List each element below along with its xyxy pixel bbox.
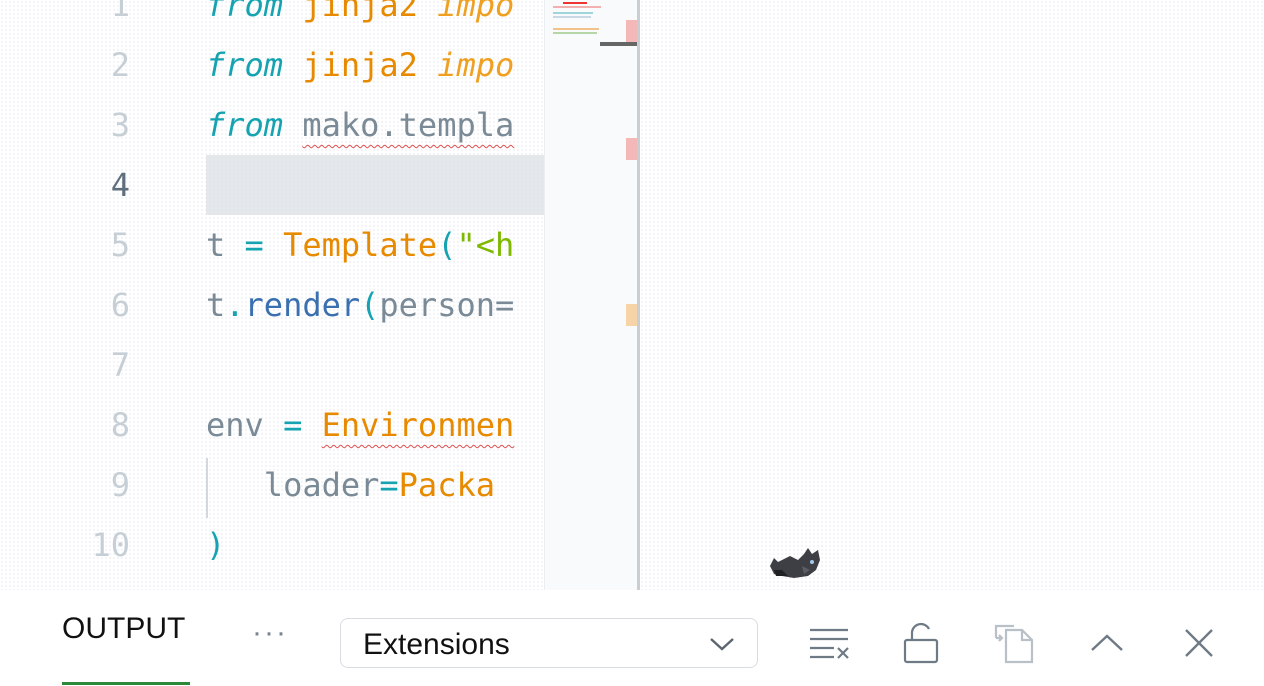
minimap-line [553,28,599,30]
code-token: from [206,0,284,24]
code-token: jinja2 [302,0,418,24]
cat-pet-icon[interactable] [764,540,824,580]
line-number: 7 [110,346,130,384]
code-editor[interactable]: 1 2 3 4 5 6 7 8 9 10 from jinja2 impo from jinja2 … [0,0,640,590]
code-token: impo [437,46,515,84]
line-number: 10 [91,526,130,564]
open-file-icon [994,624,1034,664]
line-number: 1 [110,0,130,24]
output-channel-select-value: Extensions [363,628,510,661]
code-token: jinja2 [302,46,418,84]
code-area[interactable]: from jinja2 impo from jinja2 impo from mak… [206,0,544,590]
code-token: ) [206,526,226,564]
chevron-up-icon [1091,634,1123,651]
minimap-slider[interactable] [600,42,640,46]
line-number: 2 [110,46,130,84]
minimap[interactable] [544,0,640,590]
code-line: env = Environmen [206,395,514,455]
code-line: loader=Packa [206,455,495,515]
code-token: = [263,406,322,444]
code-line: t = Template("<h [206,215,514,275]
code-token: t [206,226,226,264]
output-channel-select[interactable]: Extensions [340,618,758,668]
code-token: ( [360,286,380,324]
tab-output[interactable]: OUTPUT [62,612,185,646]
clear-list-icon [810,628,849,659]
code-line: from jinja2 impo [206,35,514,95]
minimap-line [553,6,601,8]
open-output-editor-button[interactable] [992,620,1038,666]
minimap-line [553,32,597,34]
code-token: Environmen [321,406,515,444]
code-token: ( [437,226,457,264]
code-token: mako.templa [302,106,515,144]
maximize-panel-button[interactable] [1084,620,1130,666]
more-actions-icon[interactable]: ··· [252,616,288,650]
line-number: 9 [110,466,130,504]
code-token: env [206,406,264,444]
code-line: t.render(person= [206,275,514,335]
line-number: 4 [110,166,130,204]
code-token: render [244,286,361,324]
code-token: = [225,226,284,264]
line-number: 6 [110,286,130,324]
code-token: loader [206,466,380,504]
code-line: from jinja2 impo [206,0,514,35]
code-token: Packa [398,466,495,504]
code-token: t [206,286,226,324]
close-icon [1185,629,1213,657]
code-line: ) [206,515,225,575]
line-number: 3 [110,106,130,144]
line-number-gutter: 1 2 3 4 5 6 7 8 9 10 [0,0,140,590]
code-token: impo [437,0,515,24]
close-panel-button[interactable] [1176,620,1222,666]
code-token: person= [379,286,515,324]
chevron-down-icon [710,638,734,651]
code-token: = [379,466,399,504]
vertical-scrollbar[interactable] [637,0,640,590]
minimap-line [553,12,593,14]
code-token: Template [283,226,438,264]
code-token: . [225,286,245,324]
code-line: from mako.templa [206,95,514,155]
lock-scroll-button[interactable] [898,620,944,666]
line-number: 5 [110,226,130,264]
minimap-line [563,2,587,4]
clear-output-button[interactable] [806,620,852,666]
minimap-line [553,16,591,18]
line-number: 8 [110,406,130,444]
unlock-icon [903,622,939,664]
active-tab-indicator [62,682,190,685]
code-token: from [206,106,284,144]
bottom-panel: OUTPUT ··· Extensions [0,590,1264,686]
code-token: from [206,46,284,84]
code-token: "<h [456,226,515,264]
